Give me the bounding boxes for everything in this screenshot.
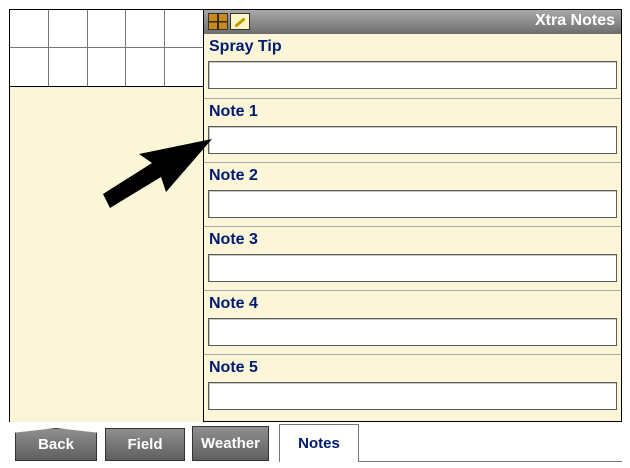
mini-grid (10, 10, 204, 87)
grid-cell (126, 48, 166, 86)
grid-cell (48, 10, 88, 48)
field-note-2: Note 2 (204, 162, 621, 226)
grid-cell (165, 10, 204, 48)
tab-weather[interactable]: Weather (192, 426, 269, 461)
note-4-input[interactable] (208, 318, 617, 346)
grid-cell (49, 48, 88, 86)
notes-panel: Xtra Notes Spray Tip Note 1 Note 2 Note … (203, 9, 622, 422)
spray-tip-label: Spray Tip (209, 38, 282, 55)
title-icons (208, 13, 250, 30)
tab-field[interactable]: Field (105, 428, 185, 461)
title-bar: Xtra Notes (204, 10, 621, 34)
grid-cell (10, 10, 49, 48)
grid-cell (126, 10, 166, 48)
grid-icon (208, 13, 228, 30)
note-1-input[interactable] (208, 126, 617, 154)
screen: Xtra Notes Spray Tip Note 1 Note 2 Note … (0, 0, 630, 468)
note-5-label: Note 5 (209, 359, 258, 376)
window-title: Xtra Notes (534, 12, 615, 29)
spray-tip-input[interactable] (208, 61, 617, 89)
field-note-5: Note 5 (204, 354, 621, 418)
tab-bar: Back Field Weather Notes (9, 422, 622, 462)
field-note-3: Note 3 (204, 226, 621, 290)
field-note-1: Note 1 (204, 98, 621, 162)
note-3-input[interactable] (208, 254, 617, 282)
note-2-label: Note 2 (209, 167, 258, 184)
grid-cell (87, 10, 127, 48)
note-2-input[interactable] (208, 190, 617, 218)
note-5-input[interactable] (208, 382, 617, 410)
left-pane (9, 9, 204, 422)
grid-cell (88, 48, 127, 86)
note-edit-icon (230, 13, 250, 30)
note-1-label: Note 1 (209, 103, 258, 120)
field-note-4: Note 4 (204, 290, 621, 354)
tab-baseline (359, 461, 622, 462)
field-spray-tip: Spray Tip (204, 34, 621, 98)
tab-notes[interactable]: Notes (279, 424, 359, 462)
note-4-label: Note 4 (209, 295, 258, 312)
grid-cell (10, 48, 49, 86)
grid-cell (165, 48, 204, 86)
note-3-label: Note 3 (209, 231, 258, 248)
tab-back[interactable]: Back (15, 428, 97, 461)
